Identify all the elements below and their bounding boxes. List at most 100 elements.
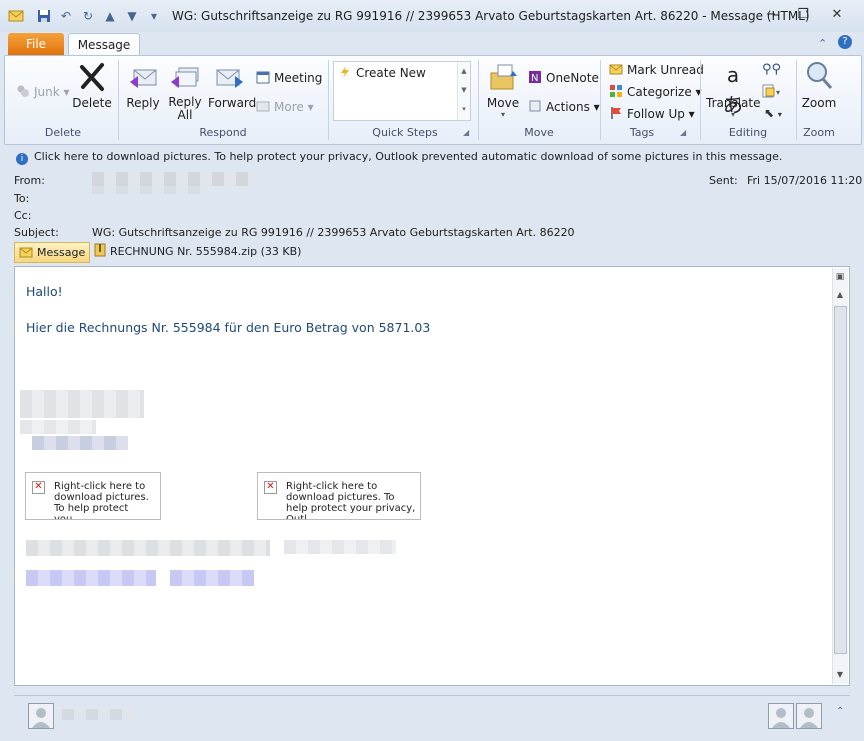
separator <box>796 60 797 140</box>
select-cursor-icon[interactable]: ⬉ ▾ <box>764 106 782 120</box>
contact-avatar[interactable] <box>796 703 822 729</box>
forward-button[interactable]: Forward <box>208 62 256 110</box>
categorize-button[interactable]: Categorize ▾ <box>609 84 702 99</box>
redaction-blur <box>32 436 128 450</box>
customize-qat-icon[interactable]: ▾ <box>146 9 162 23</box>
find-binoculars-icon[interactable]: ⚲⚲ <box>762 62 781 77</box>
group-label-tags: Tags <box>629 126 655 139</box>
undo-icon[interactable]: ↶ <box>58 9 74 23</box>
dialog-launcher-icon[interactable]: ◢ <box>463 128 469 137</box>
more-respond-button[interactable]: More ▾ <box>256 99 314 114</box>
scrollbar-thumb[interactable] <box>834 306 847 654</box>
minimize-button[interactable]: − <box>758 6 784 24</box>
lightning-icon <box>338 65 352 79</box>
save-icon[interactable] <box>36 9 52 23</box>
from-label: From: <box>14 174 45 187</box>
related-icon[interactable]: ▾ <box>762 84 784 101</box>
restore-button[interactable]: ❐ <box>790 6 816 24</box>
magnifier-icon <box>804 60 834 90</box>
separator <box>118 60 119 140</box>
message-tab-button[interactable]: Message <box>14 242 90 263</box>
mark-unread-button[interactable]: Mark Unread <box>609 62 704 77</box>
categorize-icon <box>609 84 623 98</box>
meeting-button[interactable]: Meeting <box>256 70 322 85</box>
follow-up-button[interactable]: Follow Up ▾ <box>609 106 695 121</box>
delete-button[interactable]: Delete <box>72 62 112 110</box>
people-pane <box>14 695 850 732</box>
close-button[interactable]: ✕ <box>824 6 850 24</box>
onenote-button[interactable]: N OneNote <box>528 70 599 85</box>
outlook-envelope-icon <box>8 9 24 23</box>
previous-item-icon[interactable]: ▲ <box>102 9 118 23</box>
subject-label: Subject: <box>14 226 59 239</box>
contact-avatar[interactable] <box>768 703 794 729</box>
group-label-delete: Delete <box>44 126 82 139</box>
redaction-blur <box>20 420 96 434</box>
more-icon <box>256 99 270 113</box>
broken-image-icon: ✕ <box>32 481 45 494</box>
create-new-quickstep[interactable]: Create New <box>338 65 426 80</box>
junk-button[interactable]: Junk ▾ <box>16 84 70 99</box>
move-button[interactable]: Move ▾ <box>484 62 522 119</box>
reply-icon <box>128 62 158 92</box>
reply-all-icon <box>170 62 200 92</box>
window-title: WG: Gutschriftsanzeige zu RG 991916 // 2… <box>172 9 810 23</box>
infobar-text: Click here to download pictures. To help… <box>34 150 783 163</box>
separator <box>328 60 329 140</box>
junk-icon <box>16 84 30 98</box>
onenote-icon: N <box>528 70 542 84</box>
body-greeting: Hallo! <box>26 284 63 299</box>
group-label-zoom: Zoom <box>803 126 835 139</box>
body-invoice-line: Hier die Rechnungs Nr. 555984 für den Eu… <box>26 320 431 335</box>
attachment-zip[interactable]: RECHNUNG Nr. 555984.zip (33 KB) <box>94 243 301 260</box>
contact-avatar[interactable] <box>28 703 54 729</box>
cc-label: Cc: <box>14 209 32 222</box>
group-label-respond: Respond <box>199 126 247 139</box>
sent-value: Fri 15/07/2016 11:20 <box>747 174 863 187</box>
info-icon: i <box>16 153 28 165</box>
separator <box>700 60 701 140</box>
from-value-redacted[interactable] <box>92 172 254 186</box>
blocked-image-placeholder[interactable]: ✕ Right-click here to download pictures.… <box>257 472 421 520</box>
envelope-icon <box>19 246 33 261</box>
broken-image-icon: ✕ <box>264 481 277 494</box>
redaction-blur <box>92 186 212 194</box>
translate-button[interactable]: aあ Translate ▾ <box>706 60 761 119</box>
flag-icon <box>609 106 623 120</box>
to-label: To: <box>14 192 30 205</box>
redaction-blur <box>26 540 270 556</box>
zoom-button[interactable]: Zoom <box>800 60 838 110</box>
actions-button[interactable]: Actions ▾ <box>528 99 600 114</box>
gallery-scroll[interactable]: ▲ ▼ ▾ <box>457 62 470 120</box>
tab-file[interactable]: File <box>8 33 64 55</box>
next-item-icon[interactable]: ▼ <box>124 9 140 23</box>
separator <box>600 60 601 140</box>
redaction-blur <box>20 390 144 418</box>
blocked-image-placeholder[interactable]: ✕ Right-click here to download pictures.… <box>25 472 161 520</box>
reply-button[interactable]: Reply <box>124 62 162 110</box>
move-folder-icon <box>488 62 518 92</box>
zip-file-icon <box>94 243 106 260</box>
subject-value: WG: Gutschriftsanzeige zu RG 991916 // 2… <box>92 226 575 239</box>
scroll-down-arrow[interactable]: ▼ <box>834 670 846 682</box>
delete-x-icon <box>77 62 107 92</box>
redo-icon[interactable]: ↻ <box>80 9 96 23</box>
dialog-launcher-icon[interactable]: ◢ <box>680 128 686 137</box>
scrollbar-options-icon[interactable]: ▣ <box>834 272 846 284</box>
collapse-ribbon-icon[interactable]: ⌃ <box>818 37 827 50</box>
group-label-move: Move <box>524 126 554 139</box>
download-pictures-infobar[interactable]: i Click here to download pictures. To hel… <box>10 150 850 168</box>
group-label-quick-steps: Quick Steps <box>372 126 438 139</box>
expand-people-pane-icon[interactable]: ⌃ <box>836 706 844 717</box>
help-icon[interactable]: ? <box>838 35 852 49</box>
tab-message[interactable]: Message <box>68 33 140 57</box>
attachment-name: RECHNUNG Nr. 555984.zip (33 KB) <box>110 245 302 258</box>
svg-text:N: N <box>531 73 538 84</box>
reply-all-button[interactable]: Reply All <box>166 62 204 122</box>
forward-icon <box>215 62 245 92</box>
sent-label: Sent: <box>709 174 738 187</box>
contact-name-redacted <box>62 709 134 720</box>
scroll-up-arrow[interactable]: ▲ <box>834 290 846 302</box>
quick-steps-gallery[interactable]: Create New ▲ ▼ ▾ <box>333 61 471 121</box>
svg-text:▾: ▾ <box>776 88 780 97</box>
